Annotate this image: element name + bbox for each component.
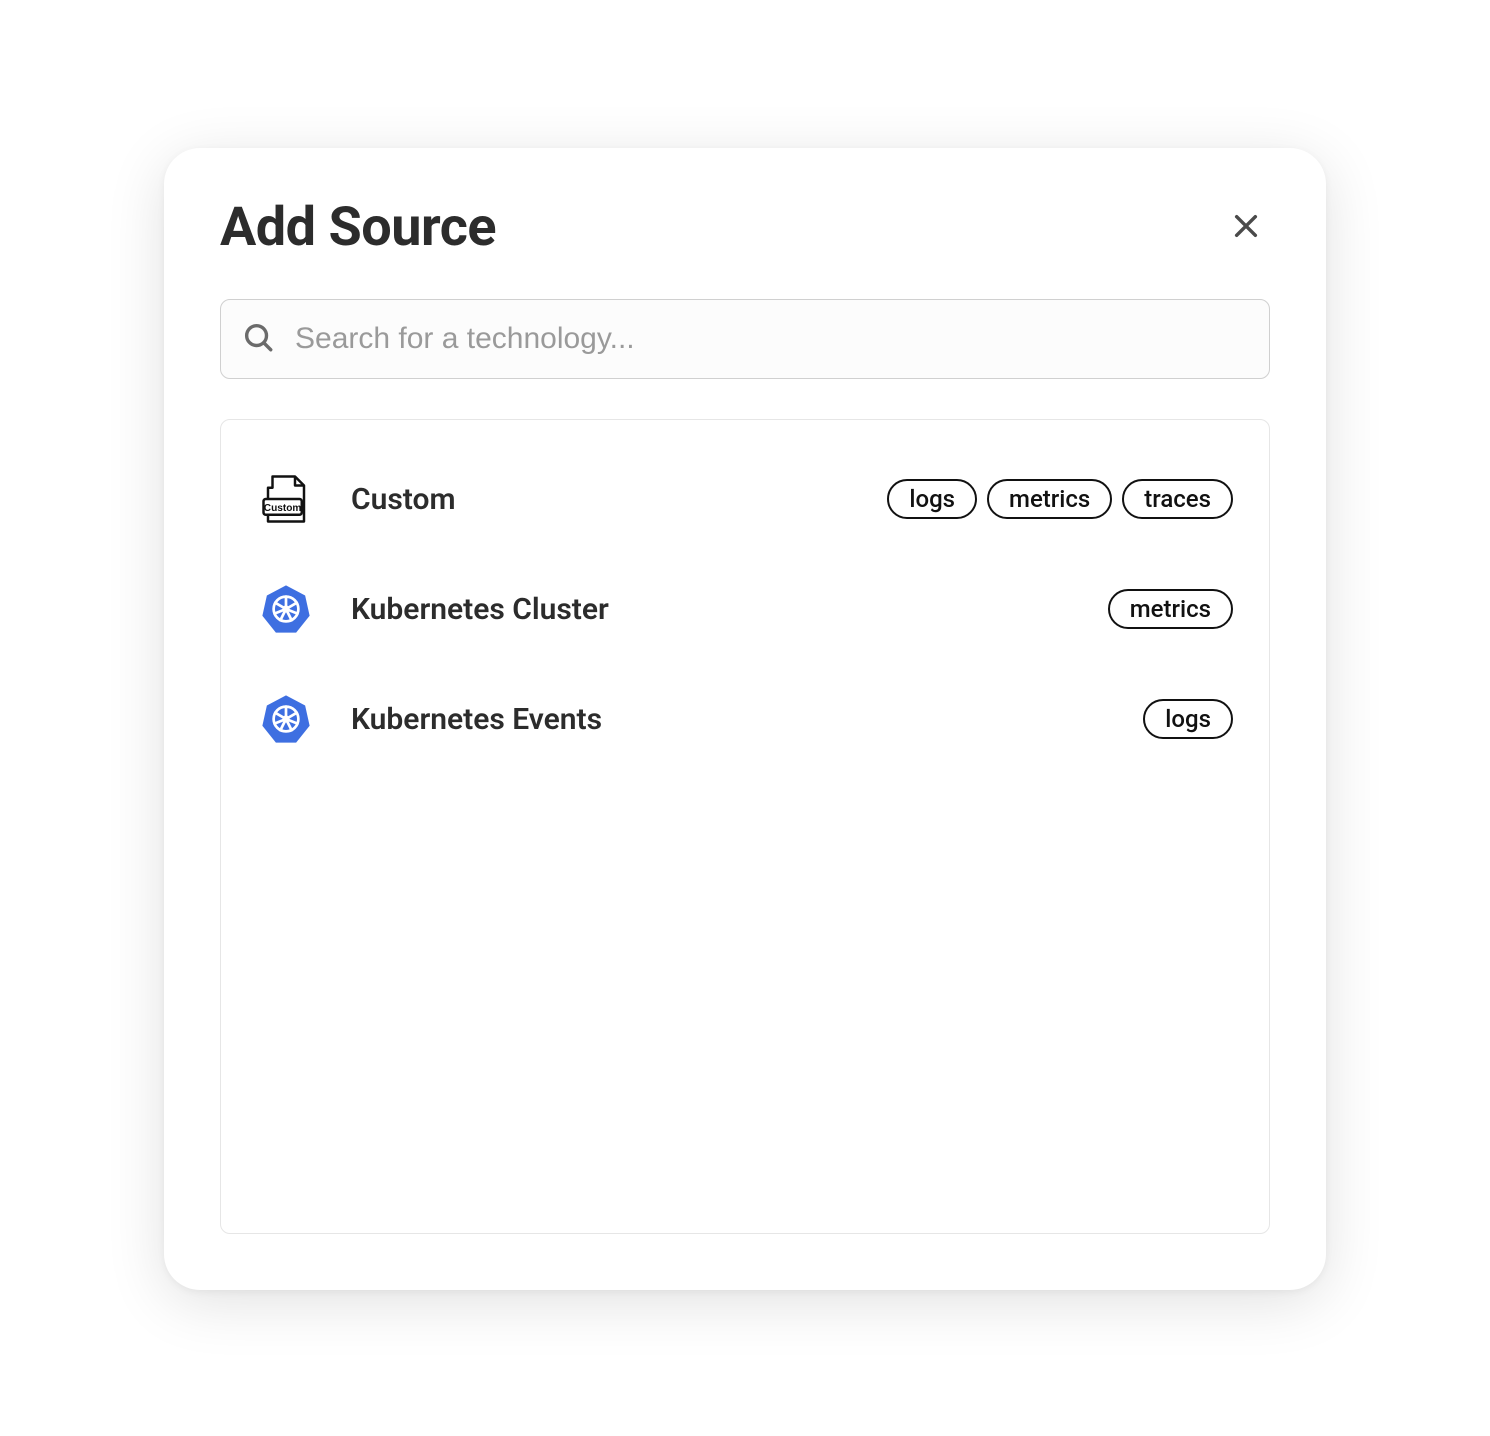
- close-button[interactable]: [1222, 202, 1270, 253]
- source-row-kubernetes-cluster[interactable]: Kubernetes Cluster metrics: [257, 554, 1233, 664]
- tag-group: logs: [1143, 699, 1233, 739]
- tag-group: metrics: [1108, 589, 1233, 629]
- modal-title: Add Source: [220, 196, 496, 259]
- source-label: Kubernetes Events: [351, 702, 1143, 737]
- source-row-kubernetes-events[interactable]: Kubernetes Events logs: [257, 664, 1233, 774]
- custom-file-icon: Custom: [257, 470, 315, 528]
- tag-pill: metrics: [987, 479, 1112, 519]
- close-icon: [1230, 210, 1262, 245]
- tag-pill: traces: [1122, 479, 1233, 519]
- source-row-custom[interactable]: Custom Custom logs metrics traces: [257, 444, 1233, 554]
- kubernetes-icon: [257, 690, 315, 748]
- tag-pill: metrics: [1108, 589, 1233, 629]
- search-icon: [241, 320, 275, 358]
- search-input[interactable]: [293, 321, 1249, 357]
- source-label: Custom: [351, 482, 887, 517]
- kubernetes-icon: [257, 580, 315, 638]
- add-source-modal: Add Source: [164, 148, 1326, 1290]
- search-field[interactable]: [220, 299, 1270, 379]
- tag-pill: logs: [887, 479, 977, 519]
- source-list: Custom Custom logs metrics traces: [220, 419, 1270, 1234]
- svg-text:Custom: Custom: [264, 503, 302, 514]
- source-label: Kubernetes Cluster: [351, 592, 1108, 627]
- tag-group: logs metrics traces: [887, 479, 1233, 519]
- modal-header: Add Source: [220, 196, 1270, 259]
- tag-pill: logs: [1143, 699, 1233, 739]
